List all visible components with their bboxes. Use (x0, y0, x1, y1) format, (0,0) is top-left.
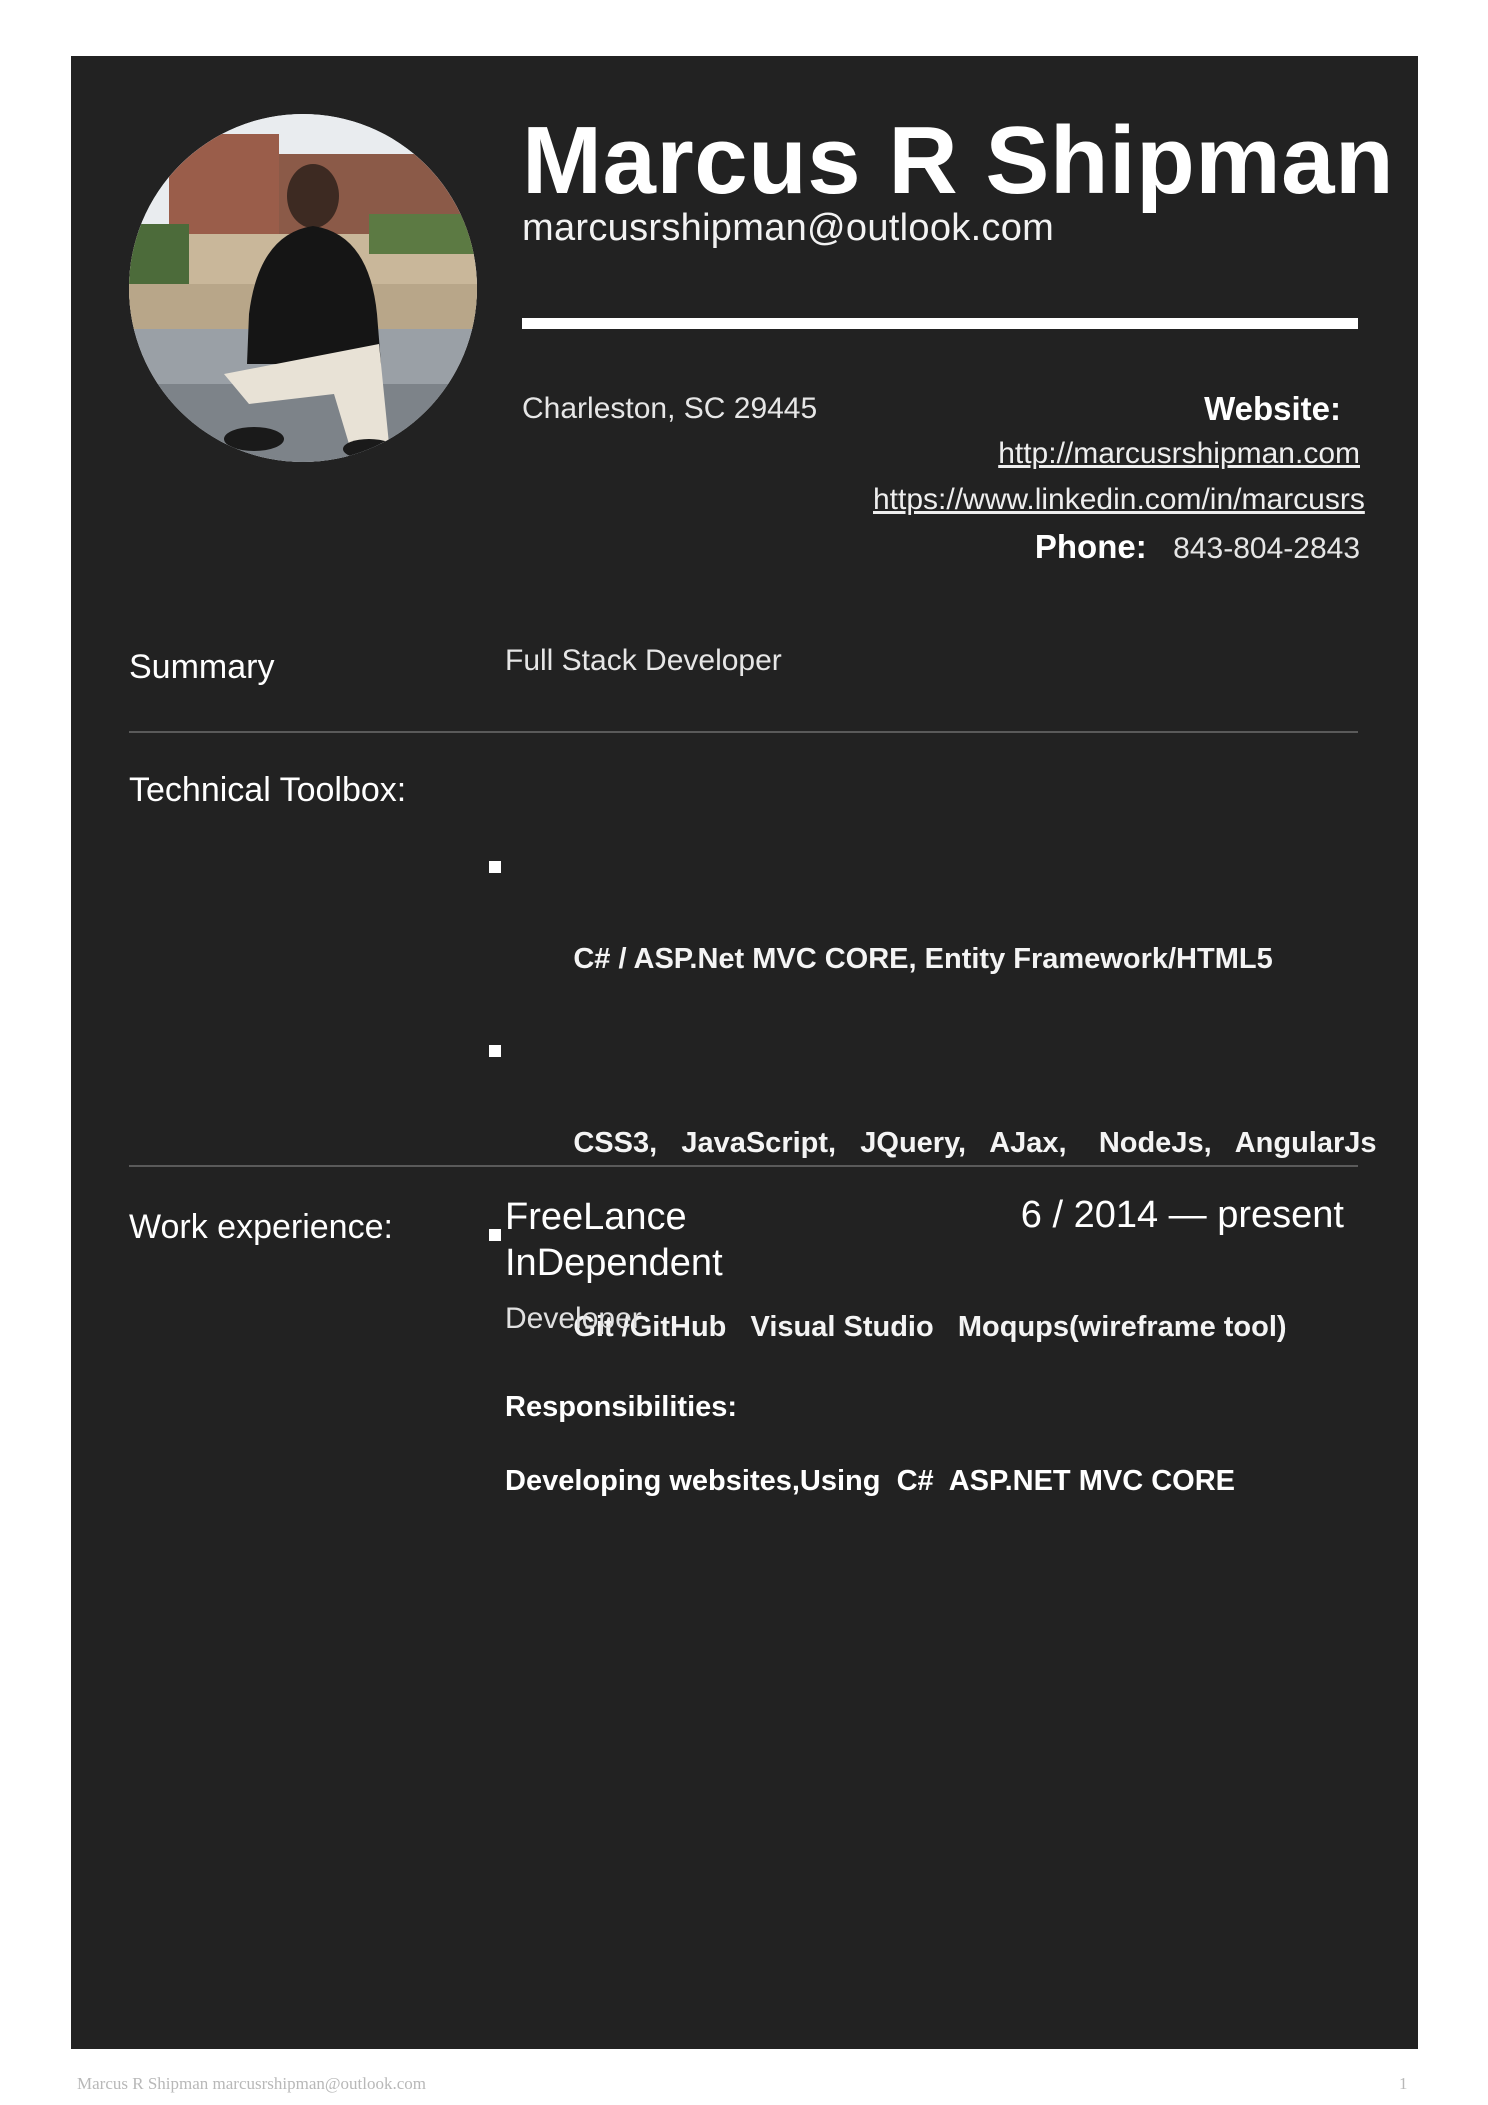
email-address: marcusrshipman@outlook.com (522, 207, 1055, 249)
employment-dates: 6 / 2014 — present (1020, 1194, 1344, 1236)
responsibilities-heading: Responsibilities: (505, 1391, 738, 1423)
page-footer: Marcus R Shipman marcusrshipman@outlook.… (77, 2074, 426, 2093)
responsibilities-text: Developing websites,Using C# ASP.NET MVC… (505, 1465, 1235, 1497)
work-heading: Work experience: (129, 1208, 393, 1246)
location: Charleston, SC 29445 (522, 392, 818, 425)
section-divider (129, 731, 1358, 733)
list-bullet-icon (489, 1229, 501, 1241)
resume-panel: Marcus R Shipman marcusrshipman@outlook.… (71, 56, 1418, 2049)
profile-photo (129, 114, 477, 462)
summary-text: Full Stack Developer (505, 644, 782, 677)
toolbox-item-text: Git /GitHub Visual Studio Moqups(wirefra… (573, 1311, 1287, 1343)
website-label: Website: (1204, 390, 1341, 427)
list-item: CSS3, JavaScript, JQuery, AJax, NodeJs, … (489, 1028, 1377, 1212)
phone-label: Phone: (1034, 528, 1147, 565)
toolbox-heading: Technical Toolbox: (129, 771, 407, 809)
section-divider (129, 1165, 1358, 1167)
candidate-name: Marcus R Shipman (522, 107, 1395, 214)
toolbox-item-text: CSS3, JavaScript, JQuery, AJax, NodeJs, … (573, 1127, 1377, 1159)
profile-photo-image (129, 114, 477, 462)
linkedin-link[interactable]: https://www.linkedin.com/in/marcusrs (873, 483, 1365, 517)
job-title: Developer (505, 1302, 642, 1335)
toolbox-item-text: C# / ASP.Net MVC CORE, Entity Framework/… (573, 943, 1273, 975)
list-item: C# / ASP.Net MVC CORE, Entity Framework/… (489, 844, 1377, 1028)
phone-row: Phone: 843-804-2843 (1035, 528, 1360, 566)
phone-number: 843-804-2843 (1173, 532, 1360, 565)
list-bullet-icon (489, 1045, 501, 1057)
website-link[interactable]: http://marcusrshipman.com (998, 437, 1360, 471)
company-name: FreeLance InDependent (505, 1196, 723, 1284)
header-rule (522, 318, 1358, 329)
list-bullet-icon (489, 861, 501, 873)
page-number: 1 (1399, 2074, 1408, 2093)
summary-heading: Summary (129, 648, 275, 686)
